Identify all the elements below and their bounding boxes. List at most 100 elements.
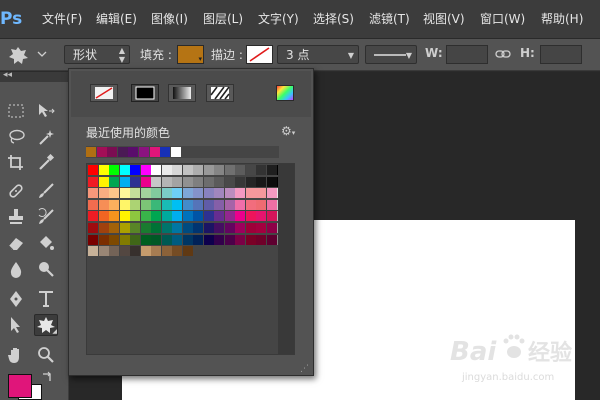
color-swatch[interactable] <box>161 176 172 187</box>
color-swatch[interactable] <box>88 199 98 210</box>
gear-icon[interactable]: ⚙▾ <box>281 124 295 138</box>
color-swatch[interactable] <box>245 199 256 210</box>
color-swatch[interactable] <box>245 165 256 175</box>
color-swatch[interactable] <box>130 199 140 210</box>
color-swatch[interactable] <box>193 176 203 187</box>
color-swatch[interactable] <box>151 188 161 199</box>
color-swatch[interactable] <box>182 223 193 233</box>
color-swatch[interactable] <box>88 246 98 257</box>
color-swatch[interactable] <box>245 223 256 233</box>
color-swatch[interactable] <box>161 223 172 233</box>
menu-edit[interactable]: 编辑(E) <box>96 10 137 28</box>
color-swatch[interactable] <box>203 234 214 245</box>
color-swatch[interactable] <box>256 211 266 222</box>
color-swatch[interactable] <box>266 211 277 222</box>
path-selection-tool[interactable] <box>4 314 28 336</box>
swap-colors-icon[interactable] <box>40 371 54 385</box>
color-swatch[interactable] <box>256 223 266 233</box>
color-swatch[interactable] <box>224 234 235 245</box>
recent-swatch[interactable] <box>117 147 128 157</box>
marquee-tool[interactable] <box>4 100 28 122</box>
color-swatch[interactable] <box>109 223 119 233</box>
eraser-tool[interactable] <box>4 232 28 254</box>
color-swatch[interactable] <box>88 188 98 199</box>
brush-tool[interactable] <box>34 180 58 202</box>
color-swatch[interactable] <box>203 223 214 233</box>
recent-swatch[interactable] <box>128 147 139 157</box>
move-tool[interactable] <box>34 100 58 122</box>
color-swatch[interactable] <box>214 165 224 175</box>
color-swatch[interactable] <box>214 234 224 245</box>
color-swatch[interactable] <box>140 188 151 199</box>
color-swatch[interactable] <box>266 199 277 210</box>
color-swatch[interactable] <box>224 165 235 175</box>
color-swatch[interactable] <box>151 223 161 233</box>
color-swatch[interactable] <box>214 211 224 222</box>
color-swatch[interactable] <box>235 199 245 210</box>
color-swatch[interactable] <box>256 234 266 245</box>
recent-swatch[interactable] <box>170 147 181 157</box>
paint-bucket-tool[interactable] <box>34 232 58 254</box>
magic-wand-tool[interactable] <box>34 126 58 148</box>
color-swatch[interactable] <box>172 199 182 210</box>
color-swatch[interactable] <box>151 211 161 222</box>
zoom-tool[interactable] <box>34 344 58 366</box>
color-swatch[interactable] <box>193 234 203 245</box>
crop-tool[interactable] <box>4 152 28 174</box>
color-swatch[interactable] <box>109 246 119 257</box>
color-swatch[interactable] <box>98 234 109 245</box>
color-swatch[interactable] <box>182 176 193 187</box>
color-swatch[interactable] <box>140 176 151 187</box>
stroke-width-field[interactable]: 3 点 ▼ <box>277 45 359 64</box>
color-swatch[interactable] <box>172 188 182 199</box>
color-swatch[interactable] <box>98 199 109 210</box>
color-swatch[interactable] <box>224 211 235 222</box>
color-swatch[interactable] <box>203 188 214 199</box>
no-fill-button[interactable] <box>90 84 118 102</box>
menu-image[interactable]: 图像(I) <box>151 10 188 28</box>
color-swatch[interactable] <box>182 234 193 245</box>
color-swatch[interactable] <box>119 223 130 233</box>
color-swatch[interactable] <box>140 199 151 210</box>
color-swatch[interactable] <box>182 165 193 175</box>
color-swatch[interactable] <box>119 199 130 210</box>
color-swatch[interactable] <box>140 234 151 245</box>
color-swatch[interactable] <box>182 211 193 222</box>
color-swatch[interactable] <box>130 234 140 245</box>
pen-tool[interactable] <box>4 288 28 310</box>
color-swatch[interactable] <box>88 223 98 233</box>
color-swatch[interactable] <box>119 188 130 199</box>
color-swatch[interactable] <box>245 188 256 199</box>
color-picker-button[interactable] <box>276 85 294 101</box>
dodge-tool[interactable] <box>34 258 58 280</box>
color-swatch[interactable] <box>245 234 256 245</box>
menu-filter[interactable]: 滤镜(T) <box>369 10 410 28</box>
color-swatch[interactable] <box>161 246 172 257</box>
color-swatch[interactable] <box>235 188 245 199</box>
color-swatch[interactable] <box>193 165 203 175</box>
color-swatch[interactable] <box>193 223 203 233</box>
color-swatch[interactable] <box>266 188 277 199</box>
color-swatch[interactable] <box>245 211 256 222</box>
color-swatch[interactable] <box>161 199 172 210</box>
color-swatch[interactable] <box>119 246 130 257</box>
recent-swatch[interactable] <box>149 147 160 157</box>
color-swatch[interactable] <box>98 223 109 233</box>
color-swatch[interactable] <box>119 234 130 245</box>
color-swatch[interactable] <box>119 176 130 187</box>
stroke-color-button[interactable] <box>246 45 273 64</box>
color-swatch[interactable] <box>172 234 182 245</box>
color-swatch[interactable] <box>266 165 277 175</box>
color-swatch[interactable] <box>161 234 172 245</box>
color-swatch[interactable] <box>140 211 151 222</box>
color-swatch[interactable] <box>98 246 109 257</box>
shape-mode-select[interactable]: 形状 ▲ ▼ <box>64 45 130 64</box>
color-swatch[interactable] <box>151 176 161 187</box>
gradient-button[interactable] <box>168 84 196 102</box>
swatches-scrollbar[interactable] <box>278 164 294 354</box>
recent-swatch[interactable] <box>107 147 118 157</box>
menu-help[interactable]: 帮助(H) <box>541 10 583 28</box>
color-swatch[interactable] <box>130 165 140 175</box>
blur-tool[interactable] <box>4 258 28 280</box>
pattern-button[interactable] <box>206 84 234 102</box>
